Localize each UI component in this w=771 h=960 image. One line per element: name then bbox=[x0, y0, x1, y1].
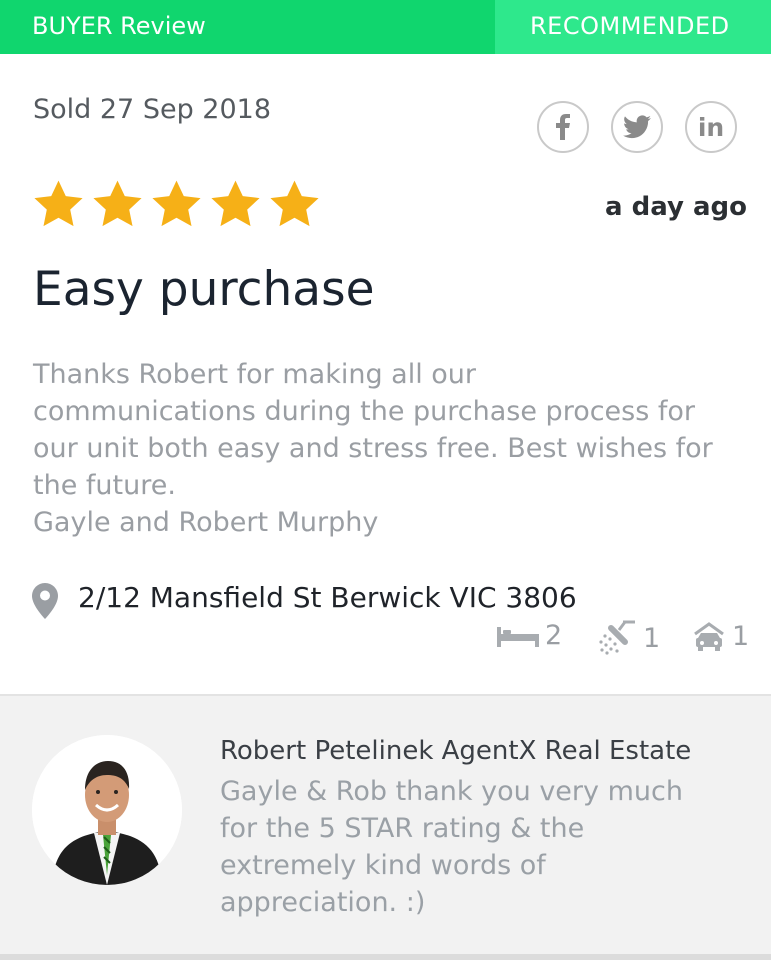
review-header: BUYER Review RECOMMENDED bbox=[0, 0, 771, 54]
review-title: Easy purchase bbox=[33, 262, 375, 317]
agent-reply-line: appreciation. :) bbox=[220, 887, 426, 918]
bedrooms-count: 2 bbox=[497, 620, 562, 651]
shower-icon bbox=[599, 620, 635, 655]
review-type-label: BUYER Review bbox=[32, 12, 206, 40]
agent-reply-line: for the 5 STAR rating & the bbox=[220, 813, 585, 844]
agent-avatar[interactable] bbox=[32, 735, 182, 885]
share-linkedin-button[interactable]: in bbox=[685, 101, 737, 153]
agent-photo bbox=[32, 735, 182, 885]
recommended-badge: RECOMMENDED bbox=[495, 0, 771, 54]
linkedin-icon: in bbox=[697, 112, 725, 142]
star-icon bbox=[93, 180, 142, 227]
review-body-line: our unit both easy and stress free. Best… bbox=[33, 433, 713, 464]
car-icon bbox=[694, 622, 724, 651]
bedrooms-value: 2 bbox=[545, 620, 563, 651]
share-twitter-button[interactable] bbox=[611, 101, 663, 153]
twitter-icon bbox=[623, 115, 651, 139]
bed-icon bbox=[497, 626, 539, 647]
bathrooms-value: 1 bbox=[643, 622, 661, 654]
star-icon bbox=[34, 180, 83, 227]
bathrooms-count: 1 bbox=[597, 620, 660, 656]
panel-bottom-edge bbox=[0, 954, 771, 960]
agent-name: Robert Petelinek AgentX Real Estate bbox=[220, 736, 692, 766]
car-spaces-count: 1 bbox=[692, 620, 749, 652]
review-body-line: communications during the purchase proce… bbox=[33, 396, 696, 427]
star-rating bbox=[32, 178, 321, 231]
property-address: 2/12 Mansfield St Berwick VIC 3806 bbox=[78, 581, 577, 614]
share-facebook-button[interactable] bbox=[537, 101, 589, 153]
location-pin-icon bbox=[32, 583, 58, 619]
agent-reply-text: Gayle & Rob thank you very much for the … bbox=[220, 773, 740, 921]
review-body-line: the future. bbox=[33, 470, 176, 501]
star-icon bbox=[211, 180, 260, 227]
star-icon bbox=[152, 180, 201, 227]
buyer-review-banner: BUYER Review bbox=[0, 0, 495, 54]
sold-date: Sold 27 Sep 2018 bbox=[33, 94, 272, 125]
reviewer-name: Gayle and Robert Murphy bbox=[33, 507, 379, 538]
review-body-line: Thanks Robert for making all our bbox=[33, 359, 477, 390]
car-spaces-value: 1 bbox=[732, 620, 750, 652]
agent-reply-line: Gayle & Rob thank you very much bbox=[220, 776, 683, 807]
posted-time: a day ago bbox=[605, 192, 747, 222]
review-body: Thanks Robert for making all our communi… bbox=[33, 356, 753, 541]
star-icon bbox=[270, 180, 319, 227]
recommended-label: RECOMMENDED bbox=[530, 12, 730, 40]
facebook-icon bbox=[556, 114, 570, 140]
agent-reply-line: extremely kind words of bbox=[220, 850, 546, 881]
